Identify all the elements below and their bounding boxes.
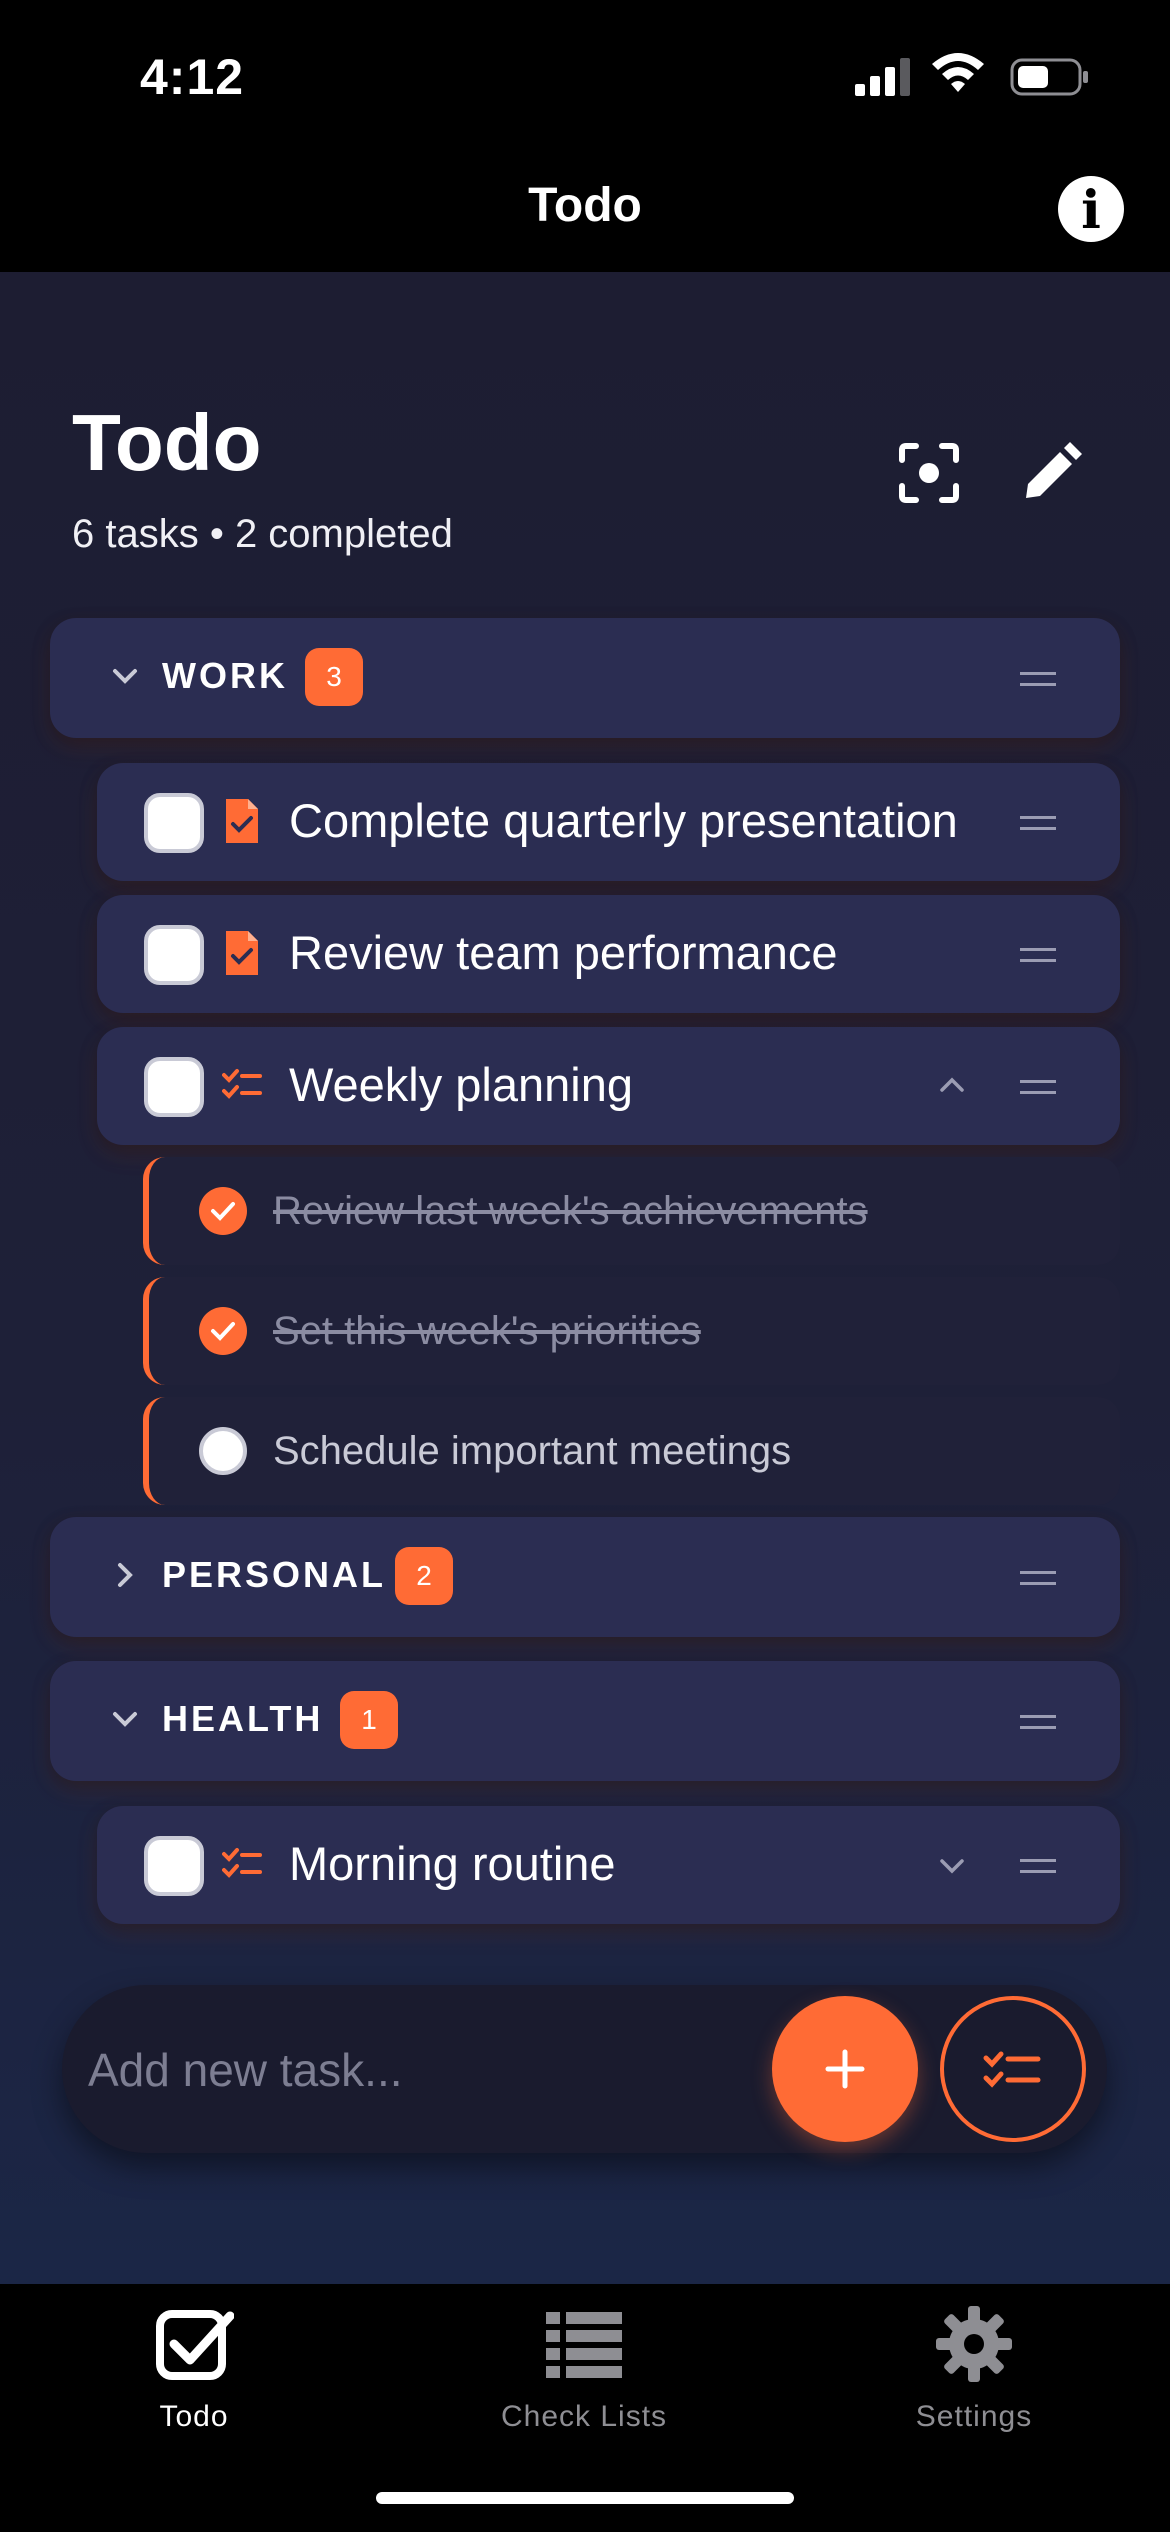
subtask-checkbox[interactable] (199, 1307, 247, 1355)
chevron-down-icon[interactable] (105, 1699, 145, 1739)
task-title: Weekly planning (289, 1058, 634, 1111)
tab-label: Settings (915, 2400, 1033, 2433)
info-icon[interactable]: i (1058, 176, 1124, 242)
category-label: WORK (162, 655, 288, 696)
task-item[interactable]: Weekly planning (97, 1027, 1120, 1145)
gear-icon (936, 2306, 1012, 2382)
cellular-signal-icon (855, 58, 910, 96)
subtask-item[interactable]: Schedule important meetings (143, 1397, 1120, 1505)
task-summary: 6 tasks • 2 completed (72, 512, 453, 556)
drag-handle-icon[interactable] (1020, 1715, 1056, 1729)
checklist-icon (222, 1069, 262, 1099)
checkmark-icon (211, 1322, 235, 1341)
task-checkbox[interactable] (144, 793, 204, 853)
subtask-checkbox[interactable] (199, 1187, 247, 1235)
subtask-item[interactable]: Review last week's achievements (143, 1157, 1120, 1265)
subtask-title: Set this week's priorities (273, 1309, 701, 1353)
drag-handle-icon[interactable] (1020, 672, 1056, 686)
subtask-item[interactable]: Set this week's priorities (143, 1277, 1120, 1385)
drag-handle-icon[interactable] (1020, 948, 1056, 962)
category-personal[interactable]: PERSONAL 2 (50, 1517, 1120, 1637)
task-title: Complete quarterly presentation (289, 794, 958, 847)
drag-handle-icon[interactable] (1020, 1571, 1056, 1585)
subtask-title: Schedule important meetings (273, 1429, 792, 1473)
focus-mode-icon[interactable] (898, 442, 960, 504)
task-item[interactable]: Review team performance (97, 895, 1120, 1013)
drag-handle-icon[interactable] (1020, 1859, 1056, 1873)
plus-icon (825, 2049, 865, 2089)
add-task-button[interactable] (772, 1996, 918, 2142)
checkmark-icon (211, 1202, 235, 1221)
category-label: PERSONAL (162, 1554, 387, 1595)
drag-handle-icon[interactable] (1020, 816, 1056, 830)
subtask-checkbox[interactable] (199, 1427, 247, 1475)
status-bar: 4:12 (0, 0, 1170, 150)
navigation-bar: Todo (0, 150, 1170, 272)
tab-todo[interactable]: Todo (44, 2304, 344, 2454)
wifi-icon (932, 53, 984, 92)
chevron-down-icon[interactable] (934, 1847, 970, 1883)
checklist-icon (222, 1848, 262, 1878)
tab-label: Todo (159, 2400, 229, 2433)
tab-label: Check Lists (500, 2400, 668, 2433)
main-content: Todo 6 tasks • 2 completed WORK 3 Comple… (0, 272, 1170, 2284)
task-checkbox[interactable] (144, 925, 204, 985)
pencil-icon[interactable] (1020, 442, 1082, 504)
battery-icon (1010, 58, 1088, 96)
category-count-badge: 2 (395, 1547, 453, 1605)
document-check-icon (226, 931, 258, 975)
page-title: Todo (72, 398, 262, 487)
category-health[interactable]: HEALTH 1 (50, 1661, 1120, 1781)
tab-settings[interactable]: Settings (824, 2304, 1124, 2454)
list-icon (546, 2312, 622, 2378)
chevron-right-icon[interactable] (105, 1555, 145, 1595)
category-count-badge: 3 (305, 648, 363, 706)
task-item[interactable]: Morning routine (97, 1806, 1120, 1924)
chevron-up-icon[interactable] (934, 1068, 970, 1104)
task-title: Review team performance (289, 926, 838, 979)
add-task-input[interactable] (88, 2035, 738, 2105)
checkbox-icon (156, 2310, 234, 2380)
task-title: Morning routine (289, 1837, 616, 1890)
add-task-bar (62, 1985, 1107, 2153)
category-work[interactable]: WORK 3 (50, 618, 1120, 738)
checklist-icon (983, 2051, 1041, 2088)
tab-check-lists[interactable]: Check Lists (434, 2304, 734, 2454)
status-time: 4:12 (140, 49, 245, 105)
task-checkbox[interactable] (144, 1057, 204, 1117)
category-count-badge: 1 (340, 1691, 398, 1749)
task-checkbox[interactable] (144, 1836, 204, 1896)
subtask-title: Review last week's achievements (273, 1189, 868, 1233)
category-label: HEALTH (162, 1698, 324, 1739)
task-item[interactable]: Complete quarterly presentation (97, 763, 1120, 881)
nav-title: Todo (528, 179, 642, 232)
chevron-down-icon[interactable] (105, 656, 145, 696)
home-indicator (376, 2492, 794, 2504)
drag-handle-icon[interactable] (1020, 1080, 1056, 1094)
document-check-icon (226, 799, 258, 843)
add-checklist-button[interactable] (940, 1996, 1086, 2142)
